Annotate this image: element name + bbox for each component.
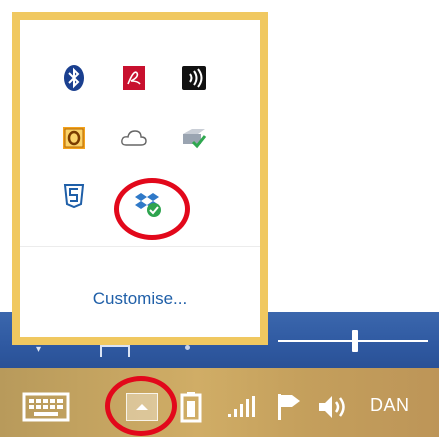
window-dot bbox=[185, 345, 190, 350]
adobe-reader-icon[interactable] bbox=[118, 62, 150, 94]
window-chevron-icon: ▾ bbox=[36, 344, 42, 355]
html5-shield-icon[interactable] bbox=[58, 180, 90, 212]
printer-check-icon[interactable] bbox=[178, 122, 210, 154]
flyout-panel: Customise... bbox=[20, 20, 260, 337]
customise-link[interactable]: Customise... bbox=[20, 289, 260, 309]
network-signal-icon[interactable] bbox=[224, 392, 258, 422]
audio-device-icon[interactable] bbox=[178, 62, 210, 94]
taskbar: DAN bbox=[0, 368, 439, 437]
window-control-outline bbox=[100, 345, 130, 357]
outlook-icon[interactable] bbox=[58, 122, 90, 154]
show-hidden-icons-button[interactable] bbox=[126, 393, 158, 421]
flyout-divider bbox=[20, 246, 260, 247]
volume-icon[interactable] bbox=[315, 390, 351, 424]
slider-thumb bbox=[352, 330, 358, 352]
highlight-ring-dropbox bbox=[114, 178, 190, 240]
onedrive-icon[interactable] bbox=[118, 122, 150, 154]
chevron-up-icon bbox=[136, 404, 148, 410]
touch-keyboard-icon[interactable] bbox=[20, 390, 72, 424]
taskbar-user-label[interactable]: DAN bbox=[370, 395, 410, 416]
notification-overflow-flyout: Customise... bbox=[12, 12, 268, 345]
action-center-flag-icon[interactable] bbox=[274, 390, 304, 424]
battery-icon[interactable] bbox=[178, 390, 204, 424]
bluetooth-icon[interactable] bbox=[58, 62, 90, 94]
